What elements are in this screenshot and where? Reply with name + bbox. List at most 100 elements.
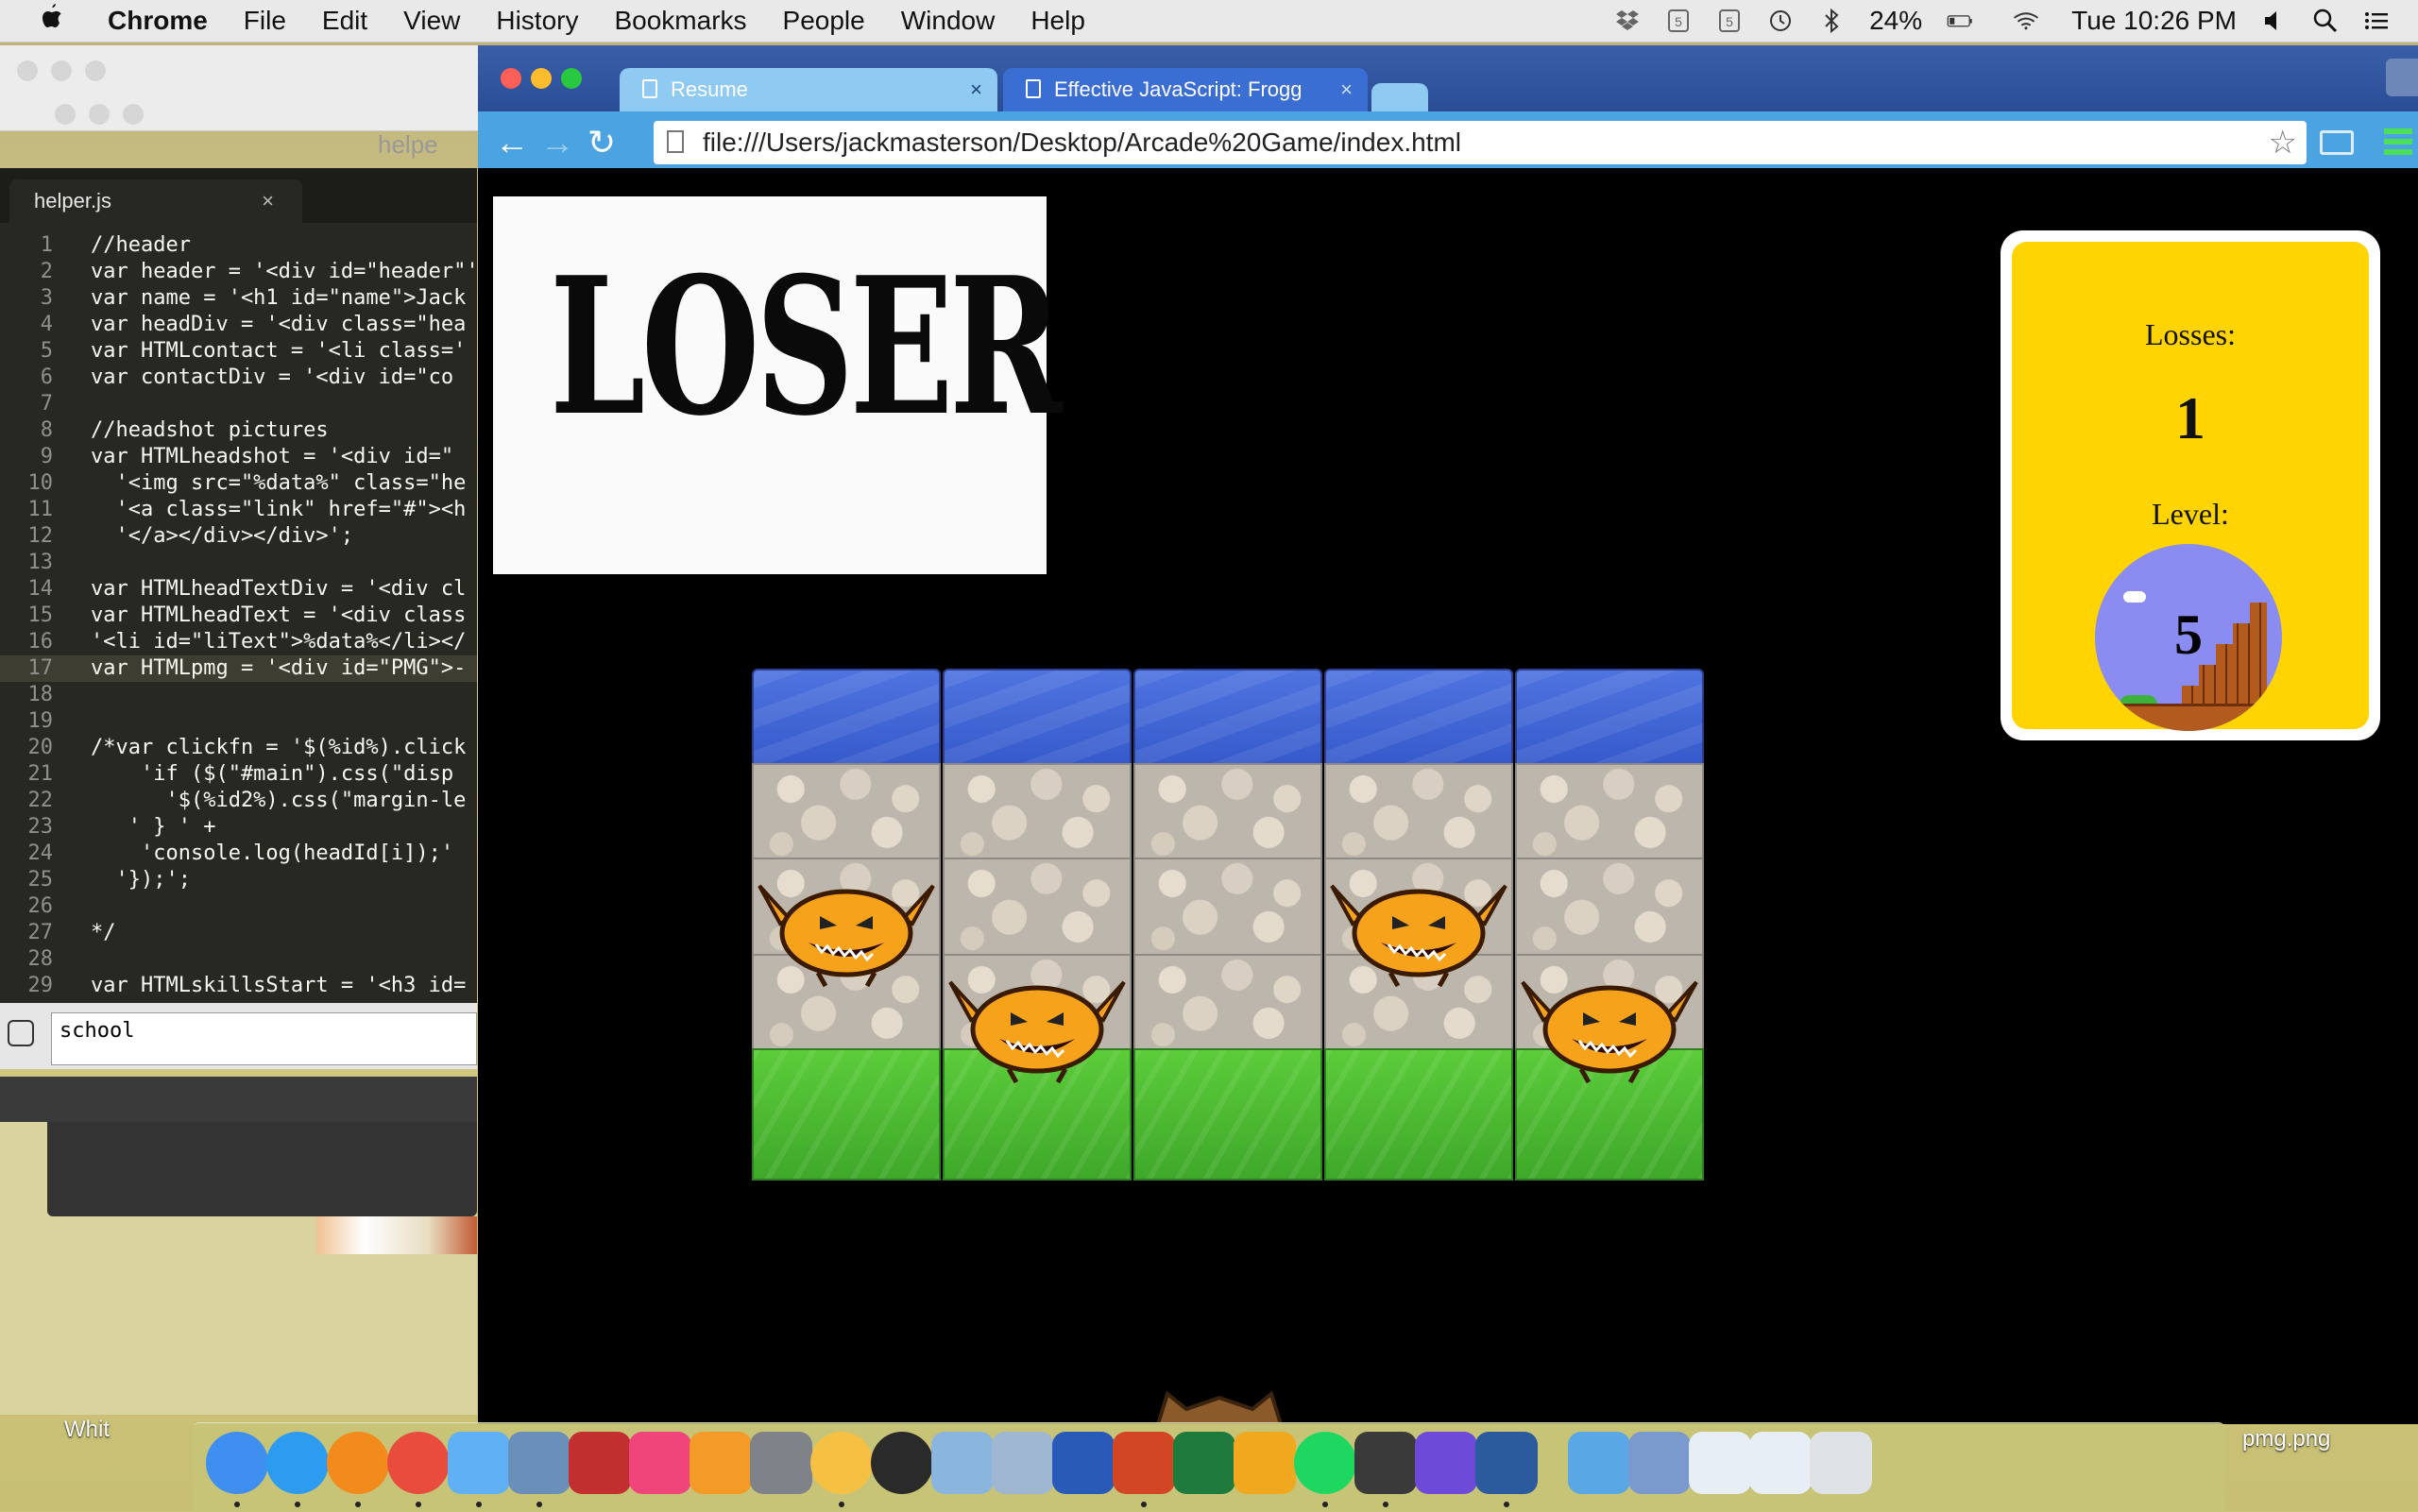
desktop-file-label[interactable]: Whit xyxy=(64,1417,110,1443)
code-line[interactable]: 19 xyxy=(0,708,477,735)
dock-image-capture-icon[interactable] xyxy=(992,1432,1054,1494)
dock-imovie-icon[interactable] xyxy=(1415,1432,1477,1494)
dock-finder-icon[interactable] xyxy=(206,1432,268,1494)
menu-history[interactable]: History xyxy=(496,6,578,36)
editor-tab-helper-js[interactable]: helper.js × xyxy=(9,179,302,223)
tab-resume-close-icon[interactable]: × xyxy=(970,68,982,111)
menu-bookmarks[interactable]: Bookmarks xyxy=(614,6,746,36)
dock-chrome-icon[interactable] xyxy=(387,1432,450,1494)
dock-spotify-icon[interactable] xyxy=(1294,1432,1356,1494)
code-line[interactable]: 17 var HTMLpmg = '<div id="PMG">- xyxy=(0,655,477,682)
dock-system-preferences-icon[interactable] xyxy=(750,1432,812,1494)
dock-messages-icon[interactable] xyxy=(448,1432,510,1494)
dock-calendar-folder-icon[interactable] xyxy=(1628,1432,1691,1494)
code-line[interactable]: 26 xyxy=(0,893,477,920)
window-close-button[interactable] xyxy=(501,68,521,89)
volume-icon[interactable] xyxy=(2261,8,2288,34)
code-line[interactable]: 10 '<img src="%data%" class="he xyxy=(0,470,477,497)
code-line[interactable]: 9 var HTMLheadshot = '<div id=" xyxy=(0,444,477,470)
menu-window[interactable]: Window xyxy=(901,6,996,36)
code-line[interactable]: 12 '</a></div></div>'; xyxy=(0,523,477,550)
code-line[interactable]: 14 var HTMLheadTextDiv = '<div cl xyxy=(0,576,477,603)
dock-photos-icon[interactable] xyxy=(810,1432,873,1494)
code-line[interactable]: 16 '<li id="liText">%data%</li></ xyxy=(0,629,477,655)
dropbox-icon[interactable] xyxy=(1614,8,1641,34)
code-line[interactable]: 15 var HTMLheadText = '<div class xyxy=(0,603,477,629)
console-input[interactable]: school xyxy=(51,1012,477,1065)
code-line[interactable]: 1 //header xyxy=(0,232,477,259)
code-line[interactable]: 20 /*var clickfn = '$(%id%).click xyxy=(0,735,477,761)
bluetooth-icon[interactable] xyxy=(1818,8,1845,34)
code-area[interactable]: 1 //header 2 var header = '<div id="header"… xyxy=(0,232,477,999)
code-line[interactable]: 29 var HTMLskillsStart = '<h3 id= xyxy=(0,973,477,999)
html5-icon[interactable]: 5 xyxy=(1665,8,1692,34)
menu-app-name[interactable]: Chrome xyxy=(108,6,208,36)
apple-menu-icon[interactable] xyxy=(38,2,76,40)
menu-help[interactable]: Help xyxy=(1030,6,1085,36)
code-line[interactable]: 7 xyxy=(0,391,477,417)
dock-word-icon[interactable] xyxy=(1052,1432,1115,1494)
menu-file[interactable]: File xyxy=(244,6,286,36)
code-line[interactable]: 8 //headshot pictures xyxy=(0,417,477,444)
reload-button[interactable]: ↻ xyxy=(587,123,616,162)
code-line[interactable]: 3 var name = '<h1 id="name">Jack xyxy=(0,285,477,312)
profile-button[interactable] xyxy=(2386,59,2418,96)
code-line[interactable]: 13 xyxy=(0,550,477,576)
back-button[interactable]: ← xyxy=(495,123,529,162)
code-line[interactable]: 21 'if ($("#main").css("disp xyxy=(0,761,477,788)
dock-document-icon[interactable] xyxy=(1689,1432,1751,1494)
dock-safari-icon[interactable] xyxy=(266,1432,329,1494)
new-tab-button[interactable] xyxy=(1371,83,1428,111)
chrome-menu-icon[interactable] xyxy=(2384,128,2412,157)
code-line[interactable]: 4 var headDiv = '<div class="hea xyxy=(0,312,477,338)
code-line[interactable]: 18 xyxy=(0,682,477,708)
dock-trash-icon[interactable] xyxy=(1810,1432,1872,1494)
code-line[interactable]: 5 var HTMLcontact = '<li class=' xyxy=(0,338,477,365)
tab-resume[interactable]: Resume × xyxy=(620,68,997,111)
dock-quicktime-icon[interactable] xyxy=(1475,1432,1538,1494)
clock[interactable]: Tue 10:26 PM xyxy=(2071,6,2237,36)
forward-button[interactable]: → xyxy=(540,123,574,162)
editor-tab-close-icon[interactable]: × xyxy=(262,179,274,223)
dock-outlook-icon[interactable] xyxy=(1234,1432,1296,1494)
code-line[interactable]: 11 '<a class="link" href="#"><h xyxy=(0,497,477,523)
code-editor[interactable]: 1 //header 2 var header = '<div id="header"… xyxy=(0,223,477,1003)
tab-effective-javascript-close-icon[interactable]: × xyxy=(1340,68,1353,111)
cast-icon[interactable] xyxy=(2320,130,2354,155)
dock-photo-booth-icon[interactable] xyxy=(569,1432,631,1494)
dock-preview-icon[interactable] xyxy=(508,1432,570,1494)
menu-edit[interactable]: Edit xyxy=(322,6,367,36)
dock-time-machine-icon[interactable] xyxy=(871,1432,933,1494)
dock-powerpoint-icon[interactable] xyxy=(1113,1432,1175,1494)
code-line[interactable]: 28 xyxy=(0,946,477,973)
console-toggle-checkbox[interactable] xyxy=(8,1020,34,1046)
menu-people[interactable]: People xyxy=(783,6,865,36)
dock-ibooks-icon[interactable] xyxy=(690,1432,752,1494)
window-minimize-button[interactable] xyxy=(531,68,552,89)
bookmark-star-icon[interactable]: ☆ xyxy=(2269,121,2297,164)
code-line[interactable]: 24 'console.log(headId[i]);' xyxy=(0,841,477,867)
code-line[interactable]: 6 var contactDiv = '<div id="co xyxy=(0,365,477,391)
code-line[interactable]: 27 */ xyxy=(0,920,477,946)
wifi-icon[interactable] xyxy=(2013,8,2047,34)
spotlight-search-icon[interactable] xyxy=(2312,8,2339,34)
dock-excel-icon[interactable] xyxy=(1173,1432,1235,1494)
tab-effective-javascript[interactable]: Effective JavaScript: Frogg × xyxy=(1003,68,1368,111)
menu-view[interactable]: View xyxy=(403,6,460,36)
code-line[interactable]: 2 var header = '<div id="header"' xyxy=(0,259,477,285)
address-bar[interactable]: file:///Users/jackmasterson/Desktop/Arca… xyxy=(654,121,2307,164)
notification-center-icon[interactable] xyxy=(2363,8,2390,34)
dock-downloads-icon[interactable] xyxy=(1568,1432,1630,1494)
code-line[interactable]: 25 '});'; xyxy=(0,867,477,893)
dock-sublime-text-icon[interactable] xyxy=(1354,1432,1417,1494)
dock-preview-docs-icon[interactable] xyxy=(931,1432,994,1494)
code-line[interactable]: 23 ' } ' + xyxy=(0,814,477,841)
html5-alt-icon[interactable]: 5 xyxy=(1716,8,1743,34)
dock-document-2-icon[interactable] xyxy=(1749,1432,1812,1494)
game-board[interactable] xyxy=(752,669,1706,1424)
dock-itunes-icon[interactable] xyxy=(629,1432,691,1494)
desktop-file-pmg-png[interactable]: pmg.png xyxy=(2242,1426,2330,1453)
time-machine-icon[interactable] xyxy=(1767,8,1794,34)
battery-icon[interactable] xyxy=(1947,8,1988,34)
dock-firefox-icon[interactable] xyxy=(327,1432,389,1494)
